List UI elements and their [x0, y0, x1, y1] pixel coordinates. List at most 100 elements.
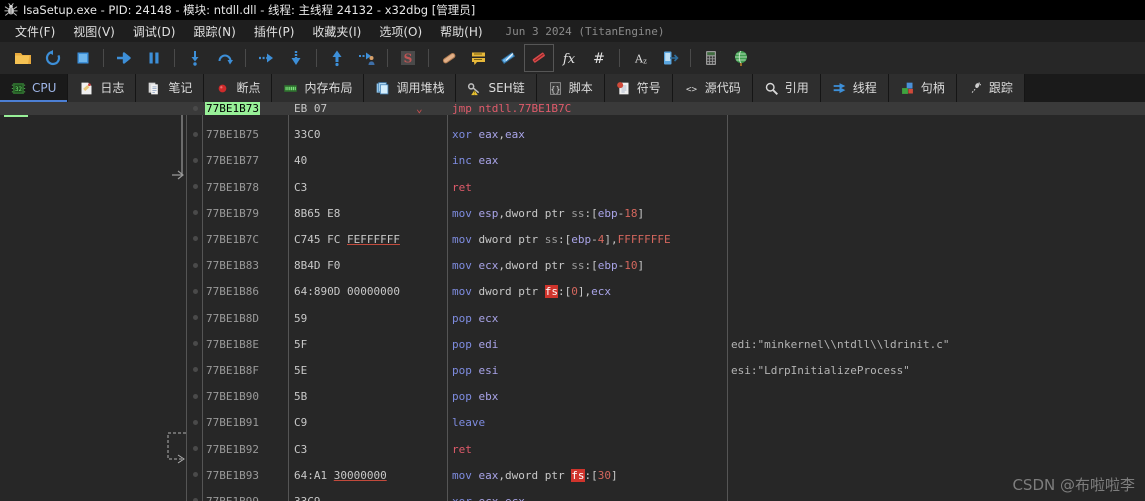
svg-text:S: S — [404, 52, 413, 66]
menu-plugins[interactable]: 插件(P) — [245, 22, 304, 41]
disassembly-row[interactable]: 77BE1B7C C745 FC FEFFFFFF mov dword ptr ss… — [0, 233, 1145, 246]
instruction-text: inc eax — [452, 154, 499, 168]
tab-线程[interactable]: 线程 — [820, 74, 889, 102]
menu-trace[interactable]: 跟踪(N) — [184, 22, 244, 41]
patches-button[interactable] — [434, 44, 464, 72]
disassembly-row[interactable]: 77BE1B8D 59 pop ecx — [0, 312, 1145, 325]
functions-button[interactable]: fx — [554, 44, 584, 72]
tab-符号[interactable]: 符号 — [604, 74, 673, 102]
instruction-address: 77BE1B90 — [206, 390, 259, 404]
tab-笔记[interactable]: 笔记 — [136, 74, 205, 102]
execute-till-return-button[interactable] — [251, 44, 281, 72]
breakpoint-toggle-icon[interactable] — [190, 390, 200, 403]
tab-源代码[interactable]: <> 源代码 — [672, 74, 753, 102]
tab-脚本[interactable]: {} 脚本 — [536, 74, 605, 102]
breakpoint-toggle-icon[interactable] — [190, 312, 200, 325]
memory-map-icon — [283, 81, 298, 96]
breakpoint-toggle-icon[interactable] — [190, 233, 200, 246]
instruction-address: 77BE1B86 — [206, 285, 259, 299]
instruction-address: 77BE1B75 — [206, 128, 259, 142]
globe-button[interactable] — [726, 44, 756, 72]
attach-button[interactable] — [655, 44, 685, 72]
tab-调用堆栈[interactable]: 调用堆栈 — [364, 74, 457, 102]
open-folder-icon — [14, 49, 32, 67]
menu-options[interactable]: 选项(O) — [370, 22, 431, 41]
step-over-button[interactable] — [210, 44, 240, 72]
step-into-button[interactable] — [180, 44, 210, 72]
breakpoint-toggle-icon[interactable] — [190, 495, 200, 501]
breakpoint-toggle-icon[interactable] — [190, 469, 200, 482]
open-file-button[interactable] — [8, 44, 38, 72]
script-s-icon: S — [399, 49, 417, 67]
disassembly-row[interactable]: 77BE1B92 C3 ret — [0, 443, 1145, 456]
run-to-user-code-button[interactable] — [352, 44, 382, 72]
tab-bar: 32 CPU 日志 笔记 断点 内存布局 调用堆栈! SEH链 {} 脚本 符号 <> 源代码 引用 线程 句… — [0, 74, 1145, 102]
disassembly-row[interactable]: 77BE1B8E 5F pop edi edi:"minkernel\\ntdll\\… — [0, 338, 1145, 351]
instruction-bytes: C3 — [294, 180, 308, 194]
menu-favourites[interactable]: 收藏夹(I) — [303, 22, 370, 41]
tab-内存布局[interactable]: 内存布局 — [272, 74, 365, 102]
disassembly-view[interactable]: EIP 77BE1B73⌄EB 07jmp ntdll.77BE1B7C77BE… — [0, 102, 1145, 501]
breakpoint-toggle-icon[interactable] — [190, 102, 200, 115]
close-button[interactable] — [68, 44, 98, 72]
tab-label: SEH链 — [488, 81, 525, 95]
skip-button[interactable]: S — [393, 44, 423, 72]
tab-CPU[interactable]: 32 CPU — [0, 74, 69, 102]
calculator-button[interactable] — [696, 44, 726, 72]
disassembly-row[interactable]: 77BE1B73 ⌄ EB 07 jmp ntdll.77BE1B7C — [0, 102, 1145, 116]
menu-debug[interactable]: 调试(D) — [124, 22, 185, 41]
disassembly-row[interactable]: 77BE1B99 33C9 xor ecx,ecx — [0, 495, 1145, 501]
hash-button[interactable]: # — [584, 44, 614, 72]
az-icon: Az — [631, 49, 649, 67]
tab-日志[interactable]: 日志 — [68, 74, 137, 102]
disassembly-row[interactable]: 77BE1B83 8B4D F0 mov ecx,dword ptr ss:[ebp… — [0, 259, 1145, 272]
menu-view[interactable]: 视图(V) — [64, 22, 124, 41]
instruction-text: ret — [452, 442, 472, 456]
notes-page-icon — [147, 81, 162, 96]
step-out-button[interactable] — [322, 44, 352, 72]
breakpoint-toggle-icon[interactable] — [190, 207, 200, 220]
svg-text:{}: {} — [550, 83, 560, 93]
disassembly-row[interactable]: 77BE1B86 64:890D 00000000 mov dword ptr fs… — [0, 285, 1145, 299]
run-to-icon — [257, 49, 275, 67]
log-button[interactable] — [464, 44, 494, 72]
breakpoint-toggle-icon[interactable] — [190, 285, 200, 298]
tab-跟踪[interactable]: 跟踪 — [956, 74, 1025, 102]
disassembly-row[interactable]: 77BE1B78 C3 ret — [0, 181, 1145, 194]
tab-label: 脚本 — [568, 81, 593, 95]
menu-help[interactable]: 帮助(H) — [431, 22, 491, 41]
breakpoint-toggle-icon[interactable] — [190, 154, 200, 167]
tab-label: 内存布局 — [304, 81, 353, 95]
breakpoint-toggle-icon[interactable] — [190, 259, 200, 272]
tab-SEH链[interactable]: ! SEH链 — [456, 74, 537, 102]
notes-button[interactable] — [494, 44, 524, 72]
restart-button[interactable] — [38, 44, 68, 72]
disassembly-row[interactable]: 77BE1B75 33C0 xor eax,eax — [0, 128, 1145, 141]
breakpoint-toggle-icon[interactable] — [190, 128, 200, 141]
disassembly-row[interactable]: 77BE1B77 40 inc eax — [0, 154, 1145, 167]
instruction-address: 77BE1B8D — [206, 311, 259, 325]
disassembly-row[interactable]: 77BE1B90 5B pop ebx — [0, 390, 1145, 403]
handles-icon — [900, 81, 915, 96]
call-stack-icon — [375, 81, 390, 96]
pause-button[interactable] — [139, 44, 169, 72]
strings-button[interactable]: Az — [625, 44, 655, 72]
breakpoint-toggle-icon[interactable] — [190, 364, 200, 377]
disassembly-row[interactable]: 77BE1B91 C9 leave — [0, 416, 1145, 429]
menu-file[interactable]: 文件(F) — [6, 22, 64, 41]
tab-引用[interactable]: 引用 — [752, 74, 821, 102]
breakpoint-toggle-icon[interactable] — [190, 181, 200, 194]
instruction-bytes: EB 07 — [294, 102, 328, 115]
step-down-button[interactable] — [281, 44, 311, 72]
breakpoints-button[interactable] — [524, 44, 554, 72]
disassembly-row[interactable]: 77BE1B93 64:A1 30000000 mov eax,dword ptr … — [0, 468, 1145, 482]
tab-句柄[interactable]: 句柄 — [888, 74, 957, 102]
disassembly-row[interactable]: 77BE1B8F 5E pop esi esi:"LdrpInitializeProc… — [0, 364, 1145, 377]
breakpoint-toggle-icon[interactable] — [190, 443, 200, 456]
breakpoint-toggle-icon[interactable] — [190, 338, 200, 351]
disassembly-row[interactable]: 77BE1B79 8B65 E8 mov esp,dword ptr ss:[ebp… — [0, 207, 1145, 220]
references-icon — [764, 81, 779, 96]
tab-断点[interactable]: 断点 — [204, 74, 273, 102]
breakpoint-toggle-icon[interactable] — [190, 416, 200, 429]
run-button[interactable] — [109, 44, 139, 72]
